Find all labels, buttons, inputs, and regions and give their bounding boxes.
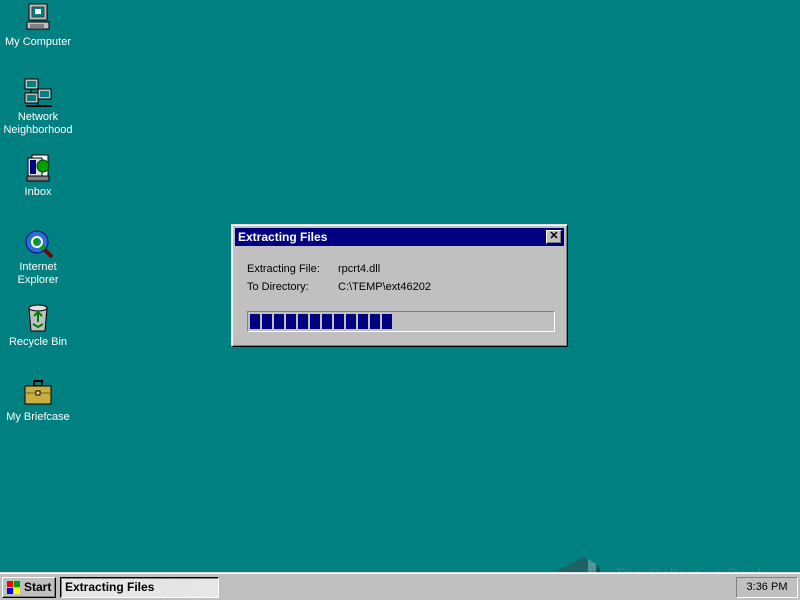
taskbar-button-extracting-files[interactable]: Extracting Files: [60, 577, 219, 598]
extracting-files-dialog: Extracting Files ✕ Extracting File: rpcr…: [231, 224, 568, 347]
briefcase-icon: [24, 380, 52, 405]
desktop-icon-network-neighborhood[interactable]: Network Neighborhood: [0, 77, 76, 137]
desktop-icon-label-line2: Neighborhood: [3, 124, 73, 136]
desktop-icon-my-computer[interactable]: My Computer: [0, 2, 76, 49]
inbox-icon: [26, 154, 50, 182]
dialog-titlebar[interactable]: Extracting Files ✕: [235, 228, 564, 246]
desktop-icon-label: My Computer: [4, 36, 72, 48]
desktop-icon-label: Network: [17, 111, 59, 123]
desktop-icon-label: Recycle Bin: [8, 336, 68, 348]
my-computer-icon: [26, 3, 50, 30]
close-icon: ✕: [549, 230, 559, 242]
start-button[interactable]: Start: [2, 577, 56, 598]
taskbar: Start Extracting Files 3:36 PM: [0, 572, 800, 600]
desktop-icon-label: Internet: [19, 261, 57, 273]
desktop-icon-recycle-bin[interactable]: Recycle Bin: [0, 302, 76, 349]
desktop-icon-label: My Briefcase: [6, 411, 70, 423]
desktop-icon-label: Inbox: [24, 186, 52, 198]
system-tray-clock[interactable]: 3:36 PM: [736, 577, 798, 598]
progress-bar: [247, 311, 555, 332]
extracting-file-label: Extracting File:: [247, 263, 320, 275]
network-neighborhood-icon: [24, 78, 52, 107]
dialog-title: Extracting Files: [238, 230, 328, 244]
desktop-icon-my-briefcase[interactable]: My Briefcase: [0, 377, 76, 424]
start-label: Start: [24, 580, 52, 594]
internet-explorer-icon: [25, 230, 54, 259]
recycle-bin-icon: [28, 304, 48, 332]
progress-fill: [250, 314, 392, 329]
to-directory-value: C:\TEMP\ext46202: [338, 281, 431, 293]
extracting-file-value: rpcrt4.dll: [338, 263, 381, 275]
desktop-icon-internet-explorer[interactable]: Internet Explorer: [0, 227, 76, 287]
desktop-icon-inbox[interactable]: Inbox: [0, 152, 76, 199]
close-button[interactable]: ✕: [546, 230, 562, 244]
desktop-icon-label-line2: Explorer: [17, 274, 59, 286]
windows-logo-icon: [7, 581, 20, 594]
to-directory-label: To Directory:: [247, 281, 309, 293]
